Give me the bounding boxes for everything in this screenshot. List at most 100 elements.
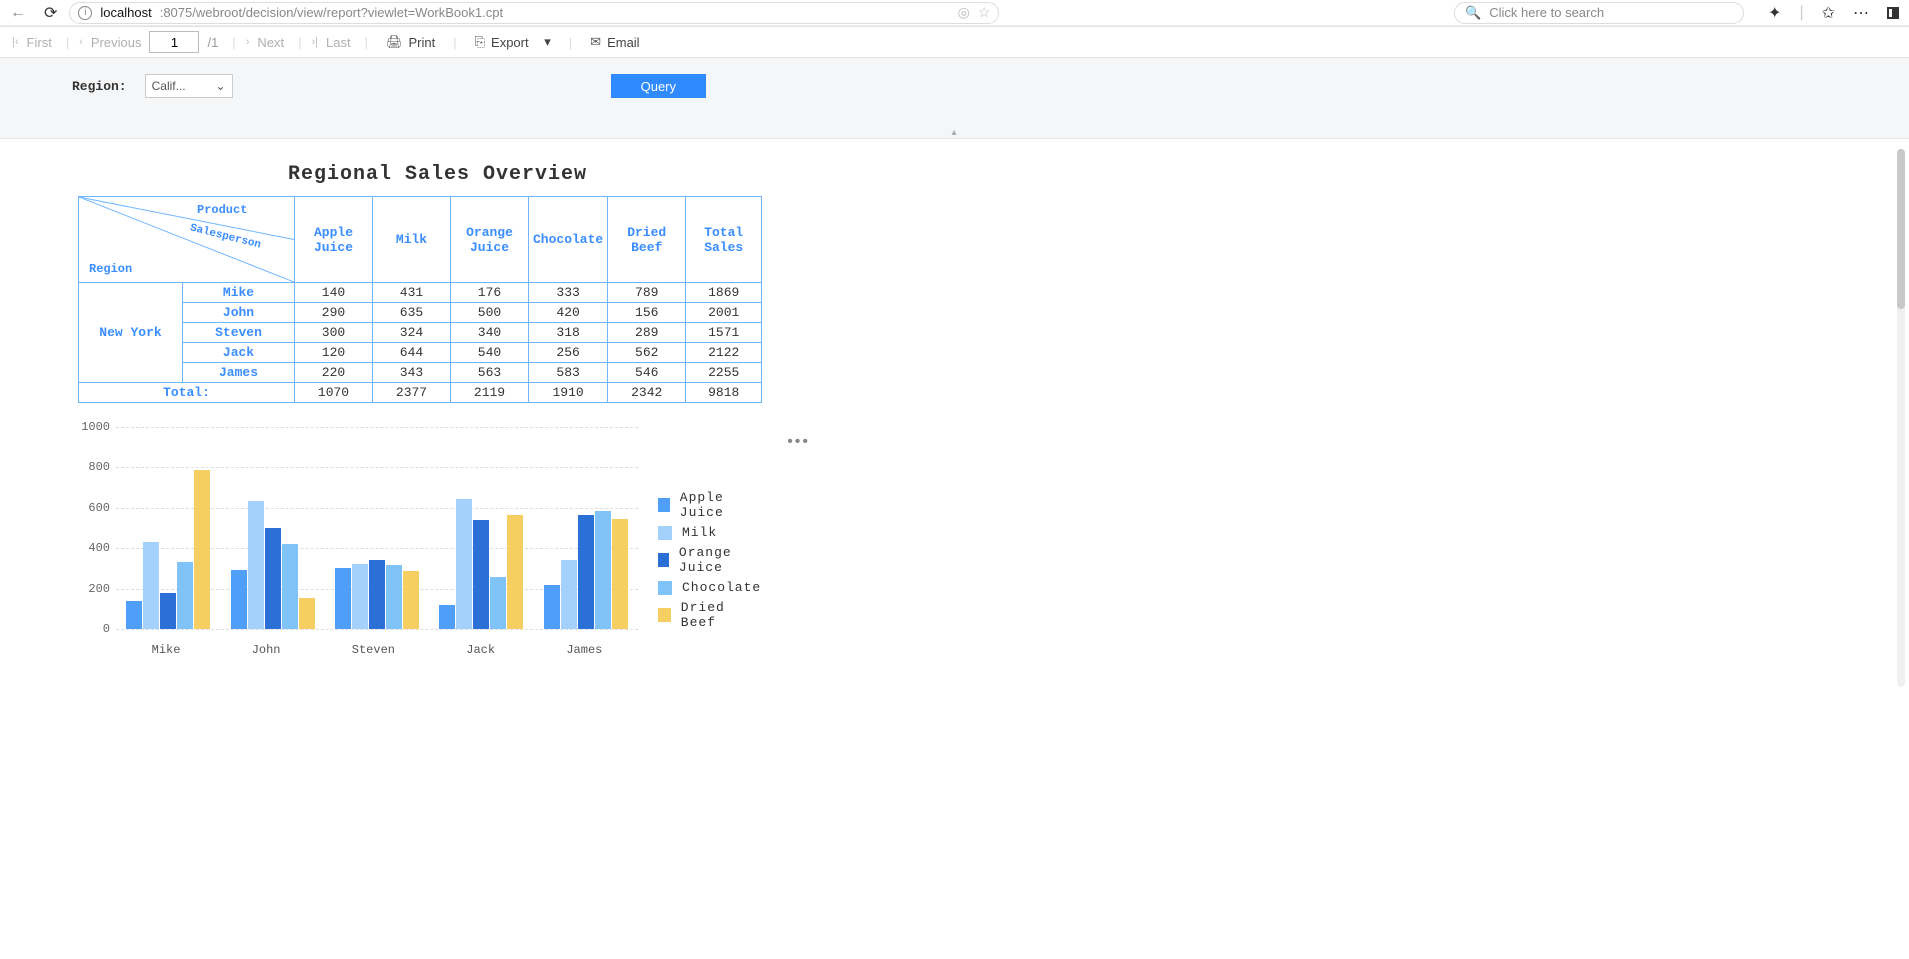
legend-item[interactable]: Orange Juice (658, 545, 761, 575)
value-cell: 324 (373, 323, 451, 343)
extension-icon[interactable]: ✦ (1768, 3, 1781, 23)
bar[interactable] (561, 560, 577, 629)
table-diag-header: Product Salesperson Region (79, 197, 295, 283)
bar[interactable] (507, 515, 523, 629)
col-header: Total Sales (686, 197, 762, 283)
value-cell: 540 (451, 343, 529, 363)
last-glyph-icon: ›| (311, 36, 318, 48)
page-input[interactable] (149, 31, 199, 53)
region-dropdown[interactable]: Calif... ⌄ (145, 74, 233, 98)
browser-search-input[interactable]: 🔍 Click here to search (1454, 2, 1744, 24)
chart-xtick: Steven (352, 643, 395, 657)
region-label: Region: (72, 79, 127, 94)
site-info-icon[interactable]: i (78, 6, 92, 20)
bar[interactable] (160, 593, 176, 629)
bar[interactable] (143, 542, 159, 629)
bar[interactable] (248, 501, 264, 629)
vertical-scrollbar[interactable] (1897, 149, 1905, 687)
bar[interactable] (231, 570, 247, 629)
value-cell: 500 (451, 303, 529, 323)
bar[interactable] (299, 598, 315, 630)
bar[interactable] (403, 571, 419, 629)
bar[interactable] (490, 577, 506, 629)
next-button[interactable]: Next (253, 35, 288, 50)
favorite-icon[interactable]: ☆ (978, 4, 991, 21)
value-cell: 156 (608, 303, 686, 323)
bar[interactable] (265, 528, 281, 629)
search-placeholder: Click here to search (1489, 5, 1604, 20)
bar[interactable] (456, 499, 472, 629)
salesperson-cell: Jack (183, 343, 295, 363)
value-cell: 318 (529, 323, 608, 343)
value-cell: 220 (295, 363, 373, 383)
report-area: Regional Sales Overview Product Salesper… (0, 138, 1909, 697)
bar[interactable] (439, 605, 455, 629)
bars-area (116, 427, 638, 629)
value-cell: 420 (529, 303, 608, 323)
print-button[interactable]: 🖨Print (378, 34, 443, 50)
total-cell: 2377 (373, 383, 451, 403)
value-cell: 1869 (686, 283, 762, 303)
bar[interactable] (194, 470, 210, 629)
sales-table: Product Salesperson Region Apple Juice M… (78, 196, 762, 403)
bar[interactable] (177, 562, 193, 629)
total-row: Total:107023772119191023429818 (79, 383, 762, 403)
chart-ytick: 800 (78, 460, 110, 474)
col-header: Chocolate (529, 197, 608, 283)
edge-icon[interactable]: ◎ (958, 4, 970, 21)
bar-group (231, 501, 315, 629)
export-icon: ⎘ (475, 34, 485, 50)
value-cell: 343 (373, 363, 451, 383)
legend-item[interactable]: Chocolate (658, 580, 761, 595)
bar[interactable] (578, 515, 594, 629)
total-cell: 1070 (295, 383, 373, 403)
legend-label: Orange Juice (679, 545, 761, 575)
bar[interactable] (544, 585, 560, 629)
url-bar[interactable]: i localhost:8075/webroot/decision/view/r… (69, 2, 999, 24)
query-button[interactable]: Query (611, 74, 706, 98)
split-handle-icon[interactable]: ▴ (951, 127, 957, 138)
value-cell: 256 (529, 343, 608, 363)
bar[interactable] (369, 560, 385, 629)
chart-menu-icon[interactable]: ••• (787, 433, 810, 451)
value-cell: 2122 (686, 343, 762, 363)
favorites-icon[interactable]: ✩ (1822, 3, 1835, 23)
report-toolbar: |‹ First | ‹ Previous /1 | › Next | ›| L… (0, 26, 1909, 58)
bar[interactable] (386, 565, 402, 629)
legend-item[interactable]: Milk (658, 525, 761, 540)
diag-region-label: Region (89, 262, 132, 276)
bar[interactable] (335, 568, 351, 629)
email-button[interactable]: ✉Email (582, 34, 647, 50)
last-button[interactable]: Last (322, 35, 355, 50)
total-cell: 2342 (608, 383, 686, 403)
value-cell: 333 (529, 283, 608, 303)
legend-item[interactable]: Dried Beef (658, 600, 761, 630)
browser-back-icon[interactable]: ← (10, 4, 26, 22)
salesperson-cell: Mike (183, 283, 295, 303)
first-button[interactable]: First (23, 35, 56, 50)
bar[interactable] (473, 520, 489, 629)
value-cell: 290 (295, 303, 373, 323)
export-button[interactable]: ⎘Export ▾ (467, 34, 559, 50)
sidebar-icon[interactable] (1887, 7, 1899, 19)
legend-item[interactable]: Apple Juice (658, 490, 761, 520)
chart-legend: Apple Juice Milk Orange Juice Chocolate Drie… (658, 485, 761, 635)
total-label-cell: Total: (79, 383, 295, 403)
bar[interactable] (595, 511, 611, 629)
col-header: Orange Juice (451, 197, 529, 283)
bar-group (126, 470, 210, 629)
value-cell: 120 (295, 343, 373, 363)
bar[interactable] (282, 544, 298, 629)
previous-button[interactable]: Previous (87, 35, 146, 50)
col-header: Apple Juice (295, 197, 373, 283)
chart-xtick: John (252, 643, 281, 657)
bar[interactable] (612, 519, 628, 629)
bar[interactable] (352, 564, 368, 629)
bar[interactable] (126, 601, 142, 629)
url-path: :8075/webroot/decision/view/report?viewl… (160, 5, 503, 20)
browser-reload-icon[interactable]: ⟳ (44, 3, 57, 23)
value-cell: 583 (529, 363, 608, 383)
chevron-down-icon: ⌄ (216, 79, 226, 93)
chart-xtick: James (566, 643, 602, 657)
more-icon[interactable]: ⋯ (1853, 3, 1869, 23)
